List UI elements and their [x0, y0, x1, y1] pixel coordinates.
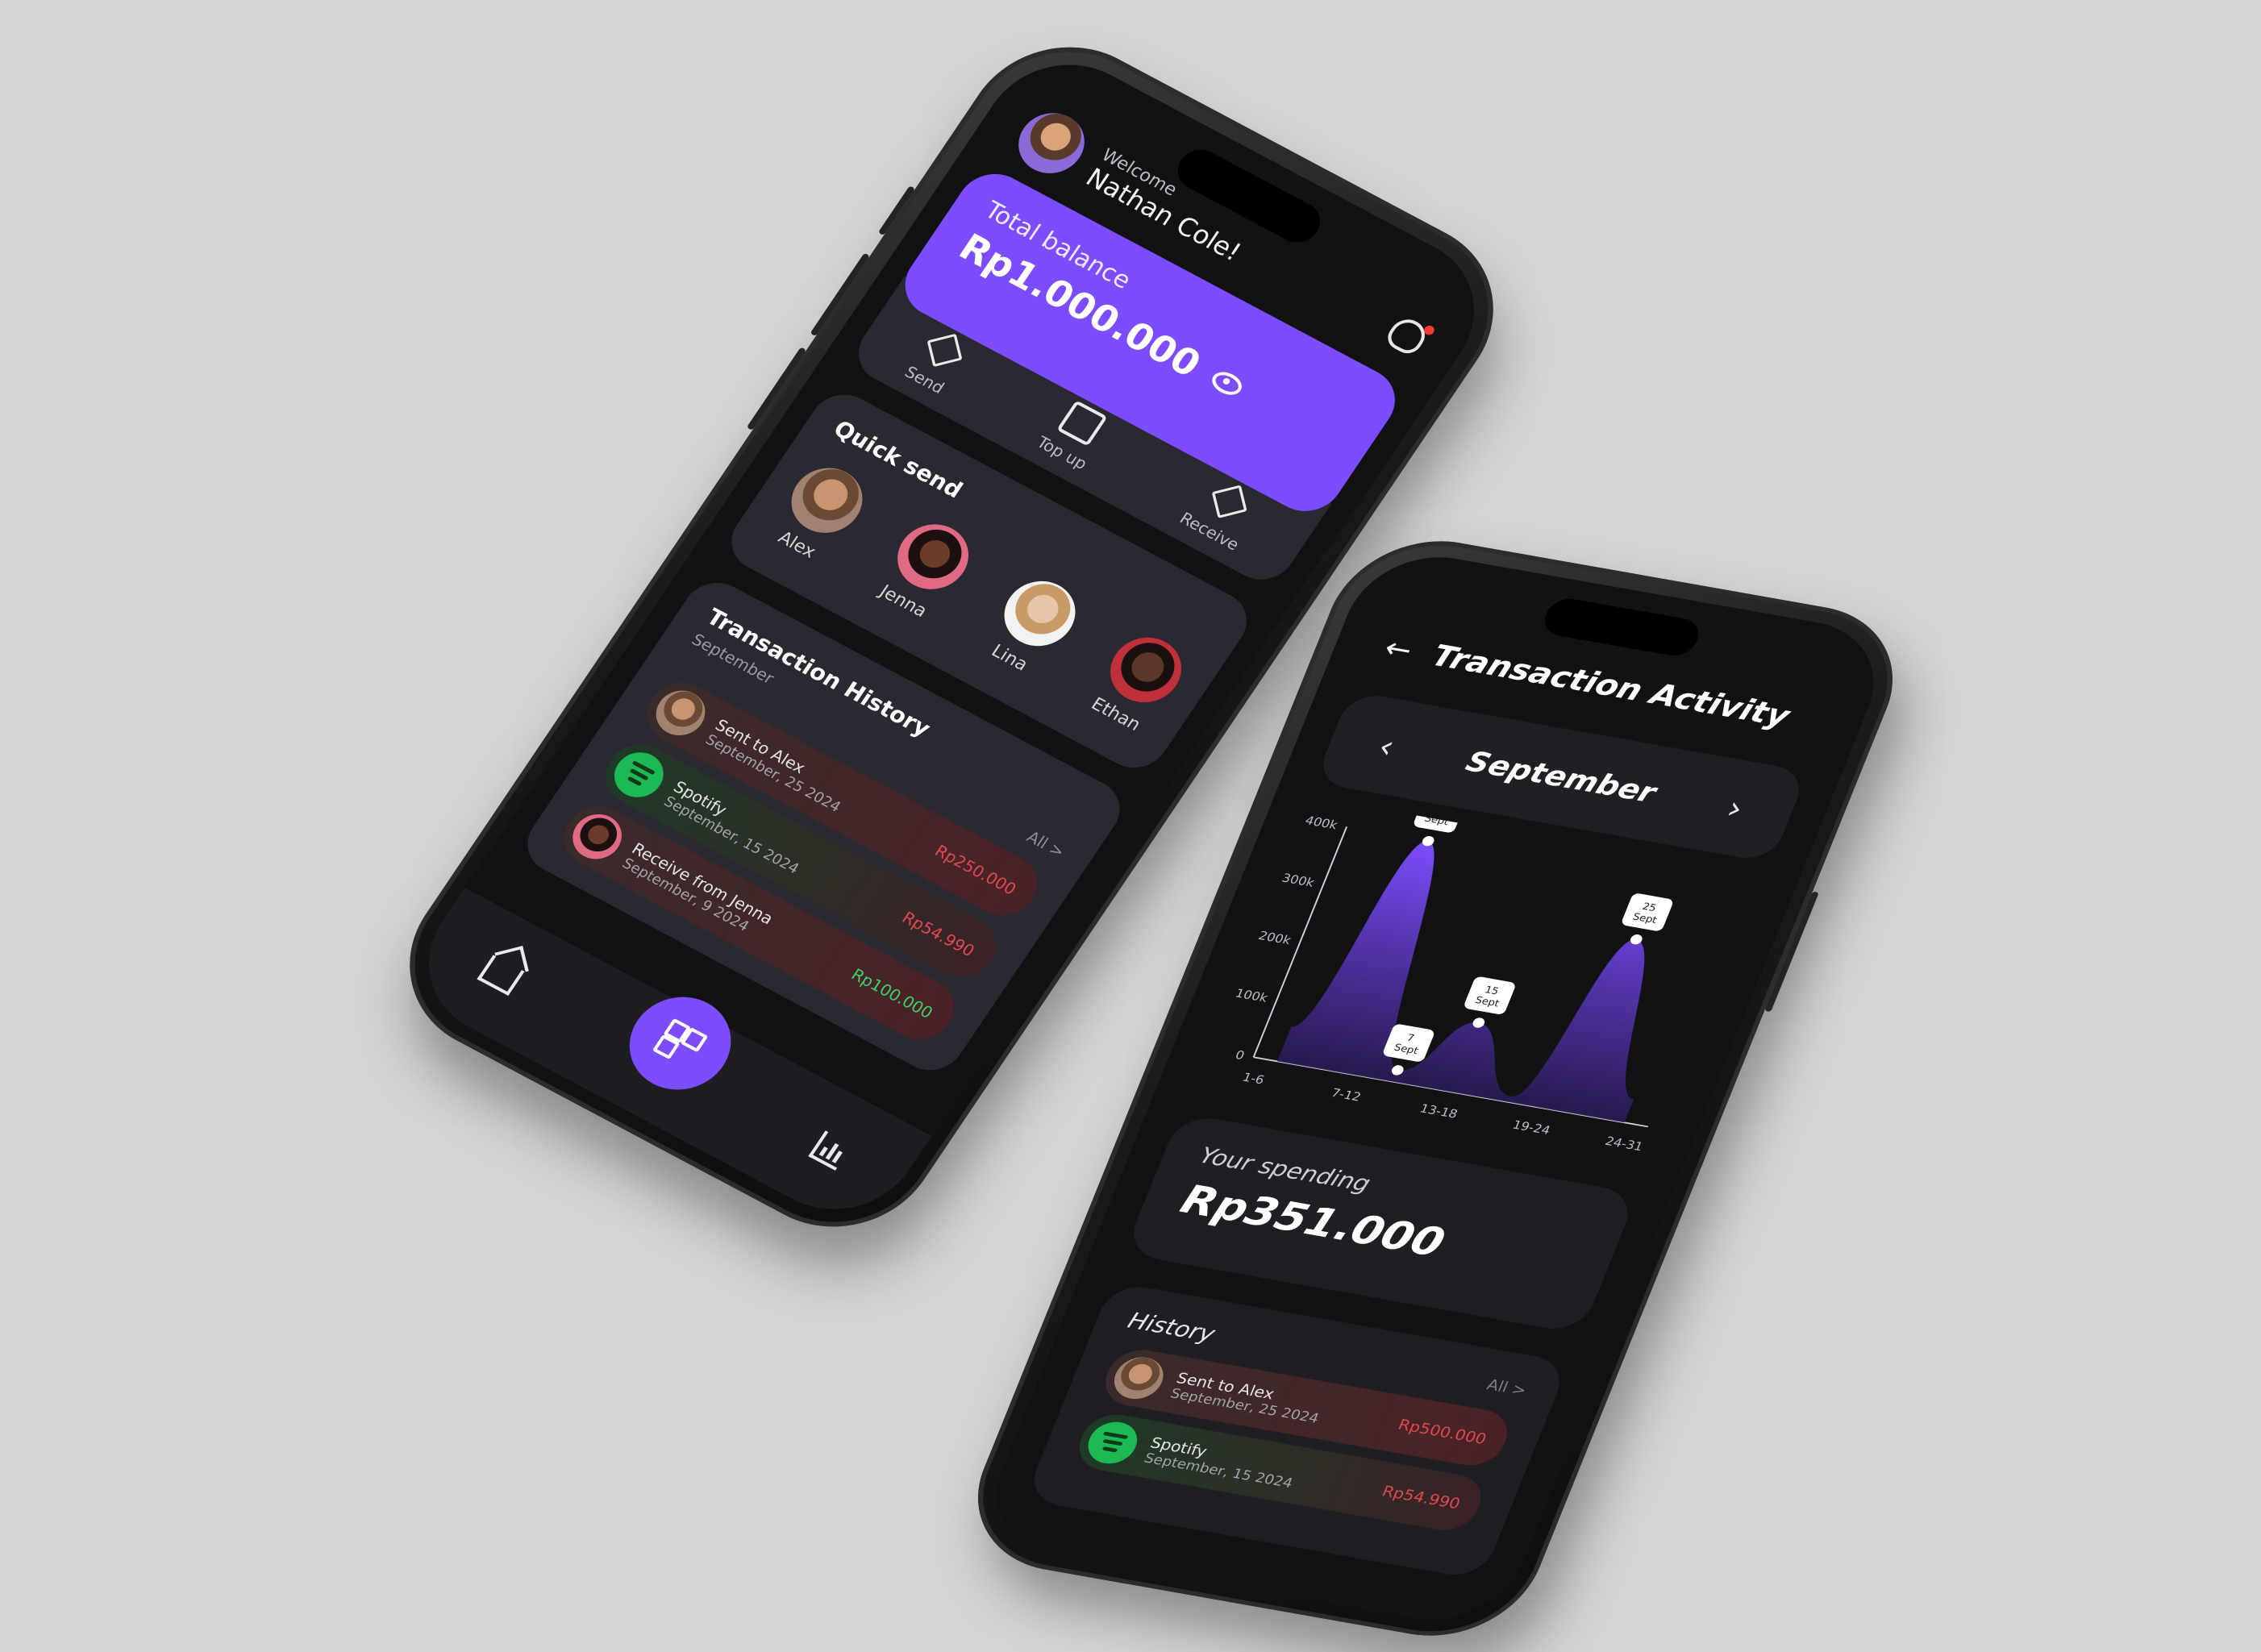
tx-amount: Rp100.000 — [847, 964, 937, 1022]
quick-send-jenna[interactable]: Jenna — [868, 513, 983, 626]
home-icon[interactable] — [477, 955, 525, 996]
back-arrow-icon[interactable]: ← — [1380, 631, 1418, 667]
y-tick-label: 400k — [1303, 814, 1339, 832]
tx-amount: Rp54.990 — [898, 907, 979, 961]
y-tick-label: 0 — [1233, 1048, 1246, 1063]
x-tick-label: 19-24 — [1510, 1118, 1552, 1138]
month-label: September — [1461, 745, 1661, 809]
chevron-left-icon[interactable]: ‹ — [1373, 728, 1401, 765]
x-tick-label: 7-12 — [1329, 1086, 1363, 1104]
spending-chart-svg: 0100k200k300k400k1-67-1213-1819-2424-312… — [1233, 795, 1673, 1154]
x-tick-label: 24-31 — [1603, 1134, 1645, 1154]
avatar — [1107, 1353, 1171, 1403]
qr-scan-button[interactable] — [610, 980, 751, 1107]
x-tick-label: 13-18 — [1418, 1101, 1459, 1121]
y-tick-label: 300k — [1280, 871, 1316, 889]
send-icon — [926, 333, 963, 368]
history-card: History All > Sent to Alex September, 25… — [1024, 1281, 1570, 1580]
send-button[interactable]: Send — [901, 326, 972, 397]
x-tick-label: 1-6 — [1240, 1071, 1266, 1088]
avatar — [563, 805, 631, 868]
y-tick-label: 200k — [1256, 929, 1293, 947]
user-avatar[interactable] — [1006, 102, 1097, 185]
spending-chart: 0 100k 200k 300k 400k 1-6 7-12 13-18 19-24 24-31 2… — [1181, 795, 1774, 1174]
quick-send-lina[interactable]: Lina — [974, 569, 1089, 682]
notification-dot — [1422, 323, 1437, 337]
see-all-link[interactable]: All > — [1484, 1375, 1530, 1399]
y-tick-label: 100k — [1233, 986, 1269, 1005]
spending-area — [1276, 841, 1645, 1123]
avatar — [647, 682, 714, 744]
eye-icon[interactable] — [1207, 367, 1247, 400]
spotify-icon — [1081, 1418, 1144, 1467]
send-label: Send — [901, 362, 948, 397]
chevron-right-icon[interactable]: › — [1722, 789, 1749, 826]
dynamic-island — [1539, 595, 1705, 660]
person-name: Lina — [987, 641, 1032, 676]
history-title: History — [1123, 1308, 1219, 1348]
qr-scan-icon — [652, 1017, 709, 1069]
tx-amount: Rp250.000 — [931, 841, 1020, 899]
quick-send-alex[interactable]: Alex — [761, 456, 877, 569]
person-name: Alex — [774, 527, 820, 563]
quick-send-ethan[interactable]: Ethan — [1081, 626, 1195, 739]
notification-bell-icon[interactable] — [1382, 314, 1437, 358]
spotify-icon — [605, 744, 673, 805]
tx-amount: Rp54.990 — [1379, 1482, 1464, 1513]
chart-icon[interactable] — [808, 1130, 853, 1171]
receive-label: Receive — [1176, 508, 1243, 555]
receive-icon — [1211, 485, 1247, 519]
tx-amount: Rp500.000 — [1395, 1415, 1489, 1448]
see-all-link[interactable]: All > — [1023, 827, 1068, 862]
